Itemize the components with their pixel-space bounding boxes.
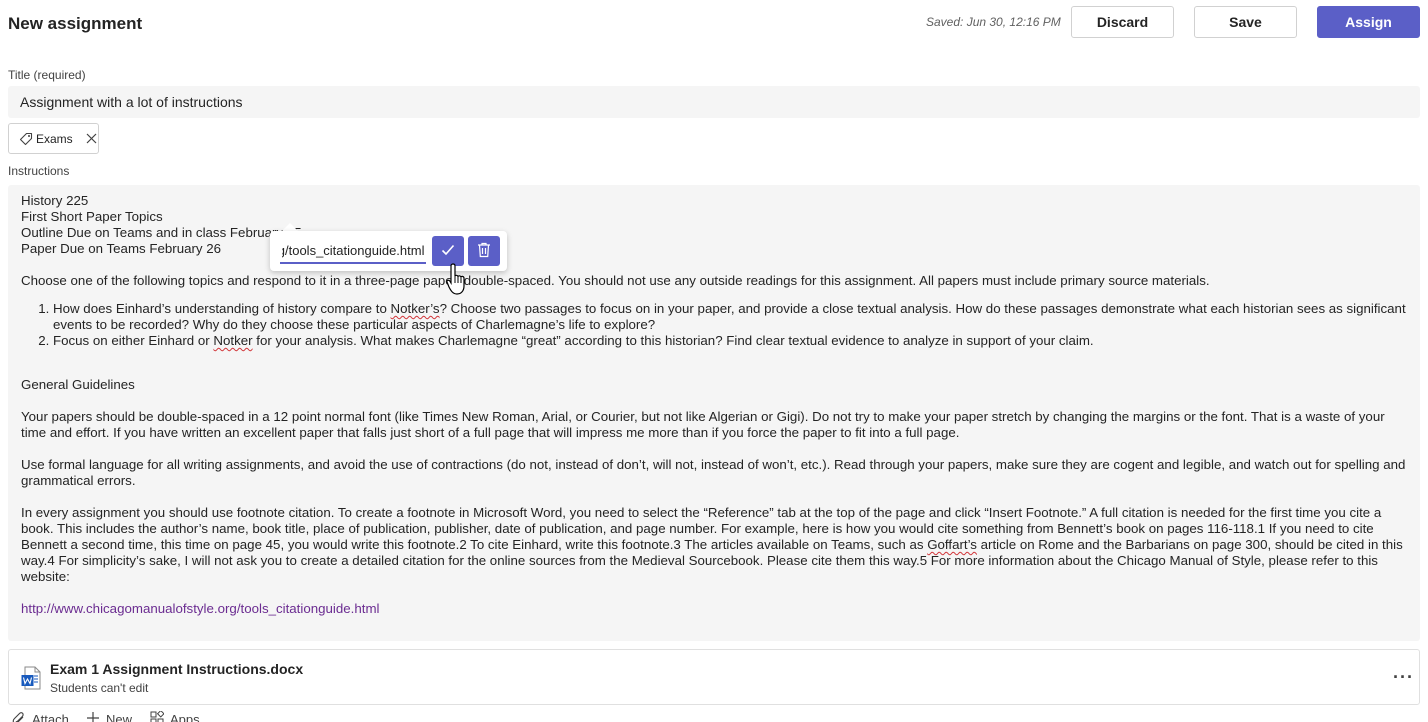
page-title: New assignment	[8, 14, 143, 33]
instructions-line: First Short Paper Topics	[21, 209, 163, 224]
title-input[interactable]	[8, 86, 1420, 118]
assign-button[interactable]: Assign	[1317, 6, 1420, 38]
tag-chip[interactable]: Exams	[8, 123, 99, 154]
tag-icon	[19, 132, 33, 146]
attachment-name: Exam 1 Assignment Instructions.docx	[50, 661, 304, 677]
apps-button[interactable]: Apps	[150, 709, 200, 722]
plus-icon	[86, 711, 100, 722]
attach-label: Attach	[32, 712, 69, 722]
guidelines-heading: General Guidelines	[21, 377, 135, 392]
remove-link-button[interactable]	[468, 236, 500, 266]
tag-label: Exams	[36, 131, 73, 146]
instructions-line: History 225	[21, 193, 89, 208]
guidelines-paragraph: Use formal language for all writing assi…	[21, 457, 1406, 488]
instructions-intro: Choose one of the following topics and r…	[21, 273, 1210, 288]
instructions-line: Outline Due on Teams and in class Februa…	[21, 225, 302, 240]
apps-icon	[150, 709, 165, 722]
instructions-line: Paper Due on Teams February 26	[21, 241, 222, 256]
word-icon	[21, 666, 41, 690]
guidelines-paragraph: Your papers should be double-spaced in a…	[21, 409, 1385, 440]
chicago-style-link[interactable]: http://www.chicagomanualofstyle.org/tool…	[21, 601, 379, 616]
attachment-card[interactable]: Exam 1 Assignment Instructions.docx Stud…	[8, 649, 1420, 705]
save-button[interactable]: Save	[1194, 6, 1297, 38]
link-edit-popup	[270, 231, 507, 271]
discard-button[interactable]: Discard	[1071, 6, 1174, 38]
bottom-toolbar: Attach New Apps	[8, 709, 408, 722]
close-icon[interactable]	[85, 132, 98, 146]
hand-cursor-icon	[446, 262, 470, 298]
header: New assignment Saved: Jun 30, 12:16 PM D…	[0, 0, 1428, 48]
list-item: How does Einhard’s understanding of hist…	[53, 301, 1407, 333]
title-label: Title (required)	[8, 68, 86, 82]
popup-arrow	[282, 223, 298, 231]
trash-icon	[477, 242, 491, 261]
link-url-input[interactable]	[280, 238, 426, 264]
guidelines-paragraph: In every assignment you should use footn…	[21, 505, 1403, 584]
list-item: Focus on either Einhard or Notker for yo…	[53, 333, 1407, 349]
paperclip-icon	[12, 711, 26, 722]
new-label: New	[106, 712, 133, 722]
apps-label: Apps	[170, 712, 200, 722]
topics-list: How does Einhard’s understanding of hist…	[21, 301, 1407, 349]
attach-button[interactable]: Attach	[12, 711, 69, 722]
attachment-permission: Students can't edit	[50, 681, 149, 695]
new-button[interactable]: New	[86, 711, 132, 722]
saved-status: Saved: Jun 30, 12:16 PM	[926, 15, 1061, 29]
instructions-label: Instructions	[8, 164, 70, 178]
more-options-button[interactable]: ···	[1393, 667, 1414, 688]
instructions-editor[interactable]: History 225 First Short Paper Topics Out…	[8, 185, 1420, 641]
checkmark-icon	[441, 244, 455, 259]
